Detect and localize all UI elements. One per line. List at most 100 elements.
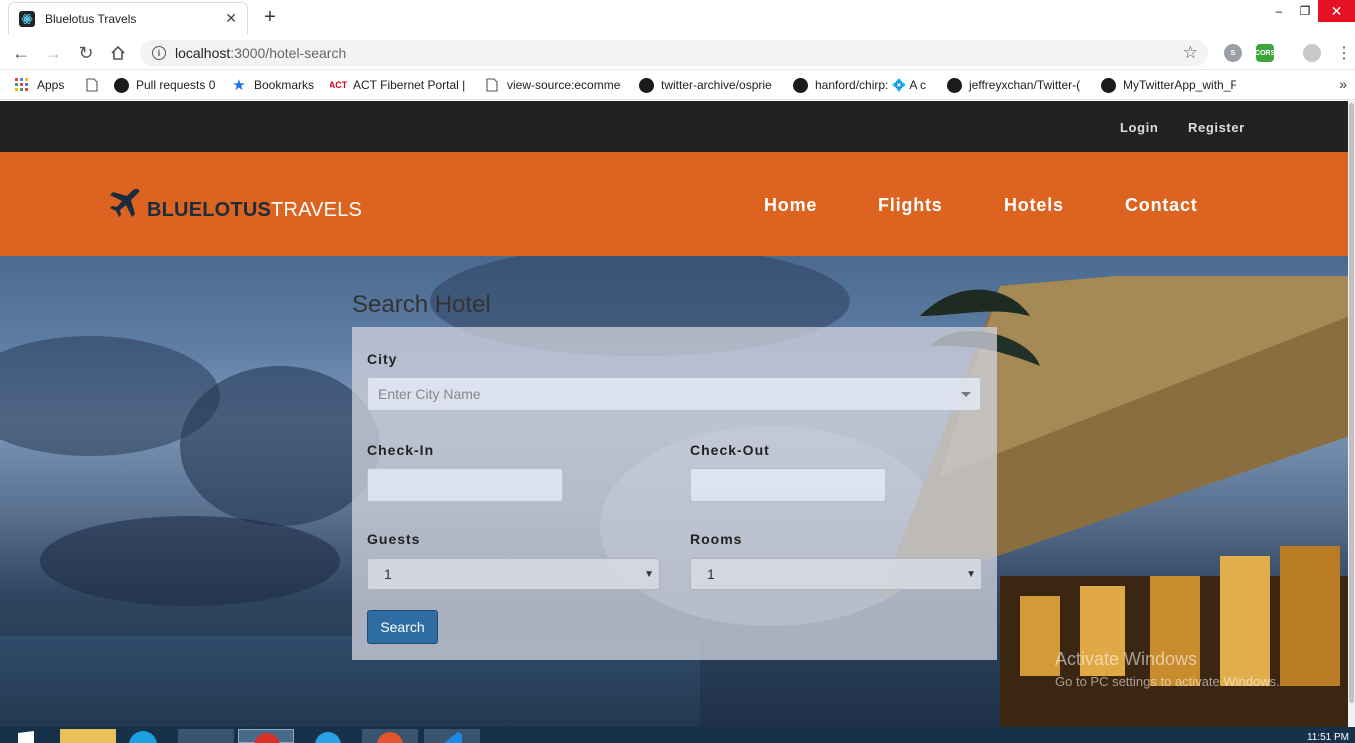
bookmark-label: Apps xyxy=(37,78,65,92)
nav-hotels[interactable]: Hotels xyxy=(1004,195,1064,216)
airplane-icon xyxy=(110,188,140,217)
checkin-label: Check-In xyxy=(367,442,435,458)
browser-tab[interactable]: Bluelotus Travels ✕ xyxy=(8,2,248,34)
bookmark-mytwitterapp[interactable]: MyTwitterApp_with_F xyxy=(1100,77,1236,93)
search-hotel-heading: Search Hotel xyxy=(352,291,491,318)
bookmark-view-source[interactable]: view-source:ecomme xyxy=(484,77,620,93)
rooms-value: 1 xyxy=(707,566,715,582)
url-host: localhost xyxy=(175,45,231,61)
dropdown-arrow-icon: ▼ xyxy=(966,569,976,580)
file-explorer-icon[interactable] xyxy=(60,729,116,743)
site-info-icon[interactable]: i xyxy=(152,46,166,60)
checkout-label: Check-Out xyxy=(690,442,770,458)
github-icon xyxy=(1100,77,1116,93)
hotel-search-form: City Enter City Name Check-In Check-Out … xyxy=(352,327,997,660)
bookmark-label: MyTwitterApp_with_F xyxy=(1123,78,1236,92)
brand-name-bold: BLUELOTUS xyxy=(147,199,272,221)
new-tab-button[interactable]: + xyxy=(260,6,280,29)
brand-name-light: TRAVELS xyxy=(271,199,363,221)
chevron-down-icon xyxy=(961,392,971,397)
bookmark-label: jeffreyxchan/Twitter-( xyxy=(969,78,1081,92)
cors-extension-icon[interactable]: CORS xyxy=(1255,44,1275,62)
register-link[interactable]: Register xyxy=(1188,120,1245,135)
activate-windows-watermark: Activate Windows Go to PC settings to ac… xyxy=(1055,649,1280,689)
window-minimize-button[interactable]: – xyxy=(1268,0,1290,22)
site-logo[interactable]: BLUELOTUS TRAVELS xyxy=(108,186,362,220)
github-icon xyxy=(792,77,808,93)
firefox-taskbar-icon[interactable] xyxy=(362,729,418,743)
apps-grid-icon xyxy=(14,77,30,93)
url-path: :3000/hotel-search xyxy=(230,45,347,61)
cloud-shape xyxy=(40,516,340,606)
bookmark-bookmarks[interactable]: ★ Bookmarks xyxy=(231,77,321,93)
nav-home[interactable]: Home xyxy=(764,195,817,216)
rooms-label: Rooms xyxy=(690,531,743,547)
window-close-button[interactable]: ✕ xyxy=(1318,0,1355,22)
github-icon xyxy=(638,77,654,93)
reload-icon[interactable]: ↻ xyxy=(75,42,97,64)
page-icon xyxy=(84,77,100,93)
login-link[interactable]: Login xyxy=(1120,120,1158,135)
window-restore-button[interactable]: ❐ xyxy=(1294,0,1316,22)
bookmark-apps[interactable]: Apps xyxy=(14,77,64,93)
notepad-taskbar-icon[interactable] xyxy=(178,729,234,743)
start-windows-icon[interactable] xyxy=(8,729,40,743)
dropdown-arrow-icon: ▼ xyxy=(644,569,654,580)
page-icon xyxy=(484,77,500,93)
chrome-taskbar-icon[interactable] xyxy=(238,729,294,743)
guests-select[interactable]: 1 ▼ xyxy=(367,558,660,590)
vscode-taskbar-icon[interactable] xyxy=(424,729,480,743)
back-arrow-icon[interactable]: ← xyxy=(10,42,32,64)
github-icon xyxy=(946,77,962,93)
bookmark-pull-requests[interactable]: Pull requests 0 xyxy=(113,77,223,93)
city-label: City xyxy=(367,351,398,367)
address-bar[interactable]: i localhost:3000/hotel-search ☆ xyxy=(140,40,1208,66)
search-button[interactable]: Search xyxy=(367,610,438,644)
page-viewport: Login Register BLUELOTUS TRAVELS Home Fli… xyxy=(0,101,1348,727)
taskbar-clock: 11:51 PM xyxy=(1306,732,1349,743)
watermark-title: Activate Windows xyxy=(1055,649,1198,669)
bookmark-label: Pull requests 0 xyxy=(136,78,216,92)
bookmark-hanford-chirp[interactable]: hanford/chirp: 💠 A c xyxy=(792,77,928,93)
checkout-date-field[interactable] xyxy=(690,468,886,502)
act-icon: ACT xyxy=(330,80,348,90)
city-input[interactable]: Enter City Name xyxy=(367,377,981,411)
browser-toolbar: ← → ↻ i localhost:3000/hotel-search ☆ S … xyxy=(0,36,1355,70)
top-utility-bar: Login Register xyxy=(0,101,1348,152)
nav-flights[interactable]: Flights xyxy=(878,195,943,216)
skype-taskbar-icon[interactable] xyxy=(126,729,160,743)
forward-arrow-icon[interactable]: → xyxy=(42,42,64,64)
bookmark-label: ACT Fibernet Portal | xyxy=(353,78,465,92)
nav-contact[interactable]: Contact xyxy=(1125,195,1198,216)
home-icon[interactable] xyxy=(107,42,129,64)
skype-extension-icon[interactable]: S xyxy=(1224,44,1242,62)
scrollbar-thumb[interactable] xyxy=(1349,103,1354,703)
bookmarks-overflow-icon[interactable]: » xyxy=(1339,76,1347,92)
bookmark-jeffreyxchan[interactable]: jeffreyxchan/Twitter-( xyxy=(946,77,1082,93)
react-favicon-icon xyxy=(19,10,35,27)
bookmark-twitter-archive[interactable]: twitter-archive/osprie xyxy=(638,77,774,93)
watermark-subtitle: Go to PC settings to activate Windows. xyxy=(1055,674,1280,689)
bookmark-act-fibernet[interactable]: ACT ACT Fibernet Portal | xyxy=(330,77,465,93)
tab-close-icon[interactable]: ✕ xyxy=(225,10,237,27)
bookmark-star-icon[interactable]: ☆ xyxy=(1183,43,1198,63)
checkin-date-field[interactable] xyxy=(367,468,563,502)
tab-title: Bluelotus Travels xyxy=(45,11,137,26)
cloud-shape xyxy=(180,366,380,526)
profile-avatar-icon[interactable] xyxy=(1303,44,1321,62)
github-icon xyxy=(113,77,129,93)
star-icon: ★ xyxy=(232,77,246,93)
bookmarks-bar: Apps Pull requests 0 ★ Bookmarks ACT ACT… xyxy=(0,70,1355,100)
bookmark-blank-page[interactable] xyxy=(84,77,107,93)
guests-value: 1 xyxy=(384,566,392,582)
guests-label: Guests xyxy=(367,531,421,547)
menu-kebab-icon[interactable]: ⋮ xyxy=(1333,42,1355,64)
rooms-select[interactable]: 1 ▼ xyxy=(690,558,982,590)
page-scrollbar[interactable] xyxy=(1348,101,1355,727)
bookmark-label: hanford/chirp: 💠 A c xyxy=(815,78,926,92)
browser-tabstrip: Bluelotus Travels ✕ + – ❐ ✕ xyxy=(0,0,1355,36)
bookmark-label: twitter-archive/osprie xyxy=(661,78,772,92)
ie-taskbar-icon[interactable] xyxy=(300,729,356,743)
bookmark-label: view-source:ecomme xyxy=(507,78,620,92)
windows-taskbar: 11:51 PM xyxy=(0,727,1355,743)
